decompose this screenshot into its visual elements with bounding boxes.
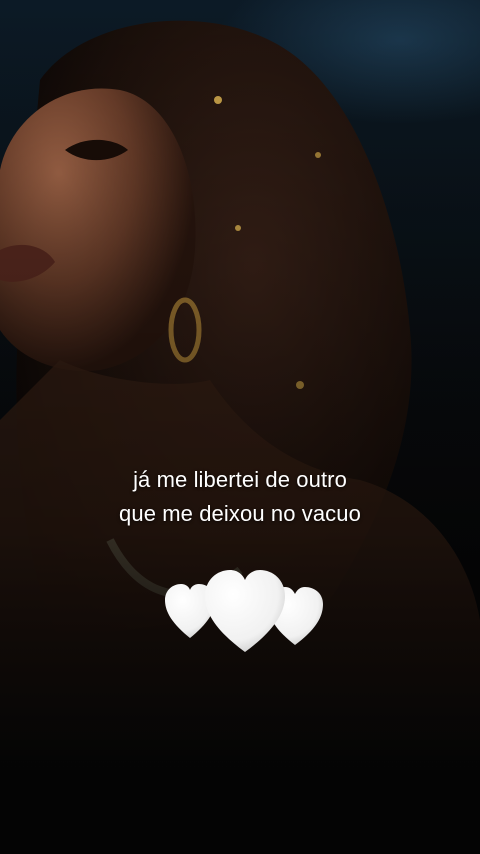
caption-line-2: que me deixou no vacuo (119, 501, 361, 526)
caption-line-1: já me libertei de outro (133, 467, 347, 492)
heart-center (205, 570, 285, 652)
white-hearts-icon (165, 570, 323, 652)
reels-screen: já me libertei de outro que me deixou no… (0, 0, 480, 854)
